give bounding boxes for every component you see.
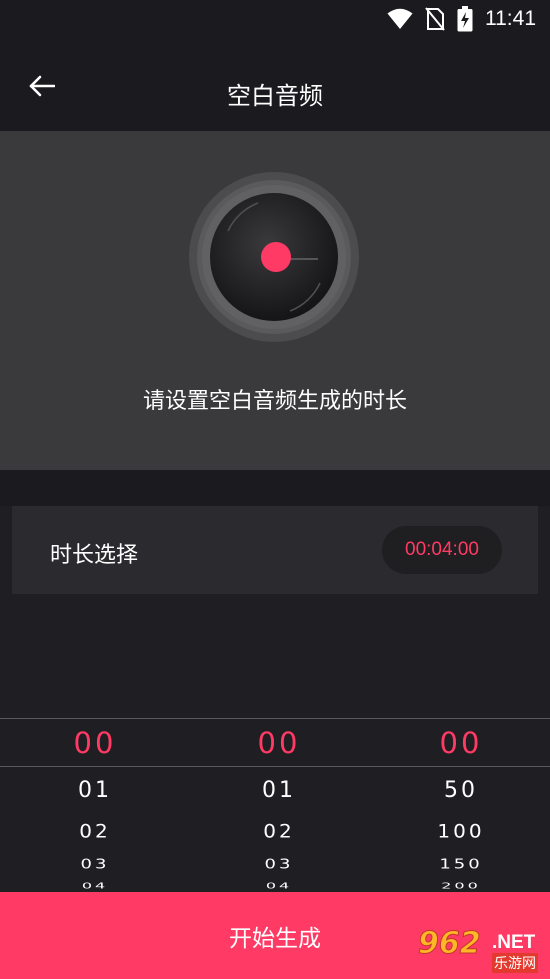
hero-caption: 请设置空白音频生成的时长	[142, 389, 407, 414]
milliseconds-picker[interactable]: 00 50 100 150 200	[369, 718, 550, 892]
picker-option[interactable]: 04	[3, 881, 187, 891]
section-divider	[0, 470, 550, 506]
watermark-suffix: .NET	[492, 932, 536, 953]
duration-card: 时长选择 00:04:00	[12, 506, 538, 594]
picker-selected-value: 00	[73, 726, 117, 760]
picker-option[interactable]: 200	[369, 881, 550, 891]
picker-option[interactable]: 03	[187, 857, 371, 873]
picker-option[interactable]: 03	[3, 857, 187, 873]
picker-option[interactable]: 01	[187, 778, 371, 803]
status-time: 11:41	[485, 7, 536, 30]
picker-option[interactable]: 04	[187, 881, 371, 891]
record-disc-icon	[188, 171, 360, 343]
battery-charging-icon	[457, 6, 473, 32]
no-sim-icon	[425, 7, 445, 31]
status-bar: 11:41	[0, 0, 550, 38]
picker-selected-value: 00	[439, 726, 483, 760]
picker-option[interactable]: 02	[3, 820, 187, 842]
picker-option[interactable]: 50	[369, 778, 550, 803]
picker-option[interactable]: 01	[3, 778, 187, 803]
watermark-subtitle: 乐游网	[492, 953, 538, 973]
hours-picker[interactable]: 00 01 02 03 04	[3, 718, 187, 892]
page-title: 空白音频	[227, 82, 323, 110]
picker-option[interactable]: 02	[187, 820, 371, 842]
duration-value-badge[interactable]: 00:04:00	[382, 526, 502, 574]
minutes-picker[interactable]: 00 01 02 03 04	[187, 718, 371, 892]
hero-panel: 请设置空白音频生成的时长	[0, 131, 550, 470]
wifi-icon	[387, 8, 413, 30]
picker-option[interactable]: 100	[369, 820, 550, 842]
watermark-brand: 962	[418, 926, 482, 962]
picker-option[interactable]: 150	[369, 857, 550, 873]
picker-selected-value: 00	[257, 726, 301, 760]
app-bar: 空白音频	[0, 38, 550, 131]
watermark-logo: 962 .NET 乐游网	[414, 926, 544, 974]
duration-label: 时长选择	[50, 543, 139, 568]
